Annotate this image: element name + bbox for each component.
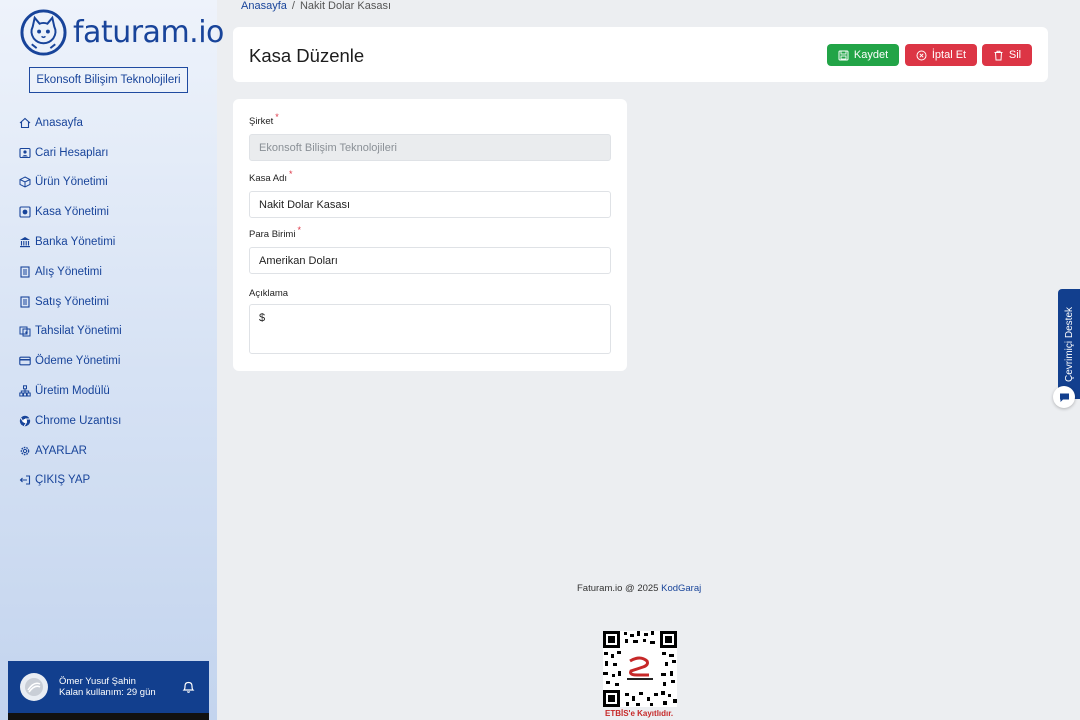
delete-button[interactable]: Sil bbox=[982, 44, 1032, 66]
online-support-label: Çevrimiçi Destek bbox=[1063, 306, 1075, 382]
required-mark: * bbox=[275, 112, 279, 122]
page-title: Kasa Düzenle bbox=[249, 45, 365, 66]
sidebar: faturam.io Ekonsoft Bilişim Teknolojiler… bbox=[0, 0, 224, 720]
sidebar-item-label: Üretim Modülü bbox=[35, 385, 110, 398]
sidebar-item-label: Tahsilat Yönetimi bbox=[35, 325, 122, 338]
cancel-button-label: İptal Et bbox=[931, 49, 967, 61]
sidebar-item-label: ÇIKIŞ YAP bbox=[35, 474, 91, 487]
currency-label: Para Birimi * bbox=[249, 225, 301, 240]
sitemap-icon bbox=[18, 385, 31, 398]
footer: Faturam.io @ 2025 KodGaraj bbox=[577, 583, 701, 594]
sidebar-item-label: Satış Yönetimi bbox=[35, 295, 109, 308]
sidebar-nav: Anasayfa Cari Hesapları Ürün Yönetimi Ka… bbox=[18, 108, 122, 495]
required-mark: * bbox=[297, 225, 301, 235]
bank-icon bbox=[18, 236, 31, 249]
card-icon bbox=[18, 355, 31, 368]
kasa-name-label: Kasa Adı * bbox=[249, 169, 293, 184]
safe-icon bbox=[18, 206, 31, 219]
cancel-button[interactable]: İptal Et bbox=[905, 44, 977, 66]
etbis-qr-code[interactable] bbox=[603, 631, 677, 707]
sidebar-item-label: Anasayfa bbox=[35, 116, 83, 129]
receipt-icon bbox=[18, 265, 31, 278]
sidebar-item-banka-yonetimi[interactable]: Banka Yönetimi bbox=[18, 227, 122, 257]
box-icon bbox=[18, 176, 31, 189]
trash-icon bbox=[994, 50, 1003, 60]
save-button[interactable]: Kaydet bbox=[827, 44, 899, 66]
logout-icon bbox=[18, 474, 31, 487]
user-panel-footer bbox=[8, 713, 209, 720]
home-icon bbox=[18, 116, 31, 129]
kodgaraj-link[interactable]: KodGaraj bbox=[661, 583, 701, 594]
user-name: Ömer Yusuf Şahin bbox=[59, 676, 136, 687]
required-mark: * bbox=[289, 169, 293, 179]
user-info: Ömer Yusuf Şahin Kalan kullanım: 29 gün bbox=[59, 676, 156, 698]
online-support-tab[interactable]: Çevrimiçi Destek bbox=[1058, 289, 1080, 399]
currency-label-text: Para Birimi bbox=[249, 229, 296, 240]
sidebar-item-label: AYARLAR bbox=[35, 444, 87, 457]
bell-icon[interactable] bbox=[182, 680, 195, 694]
currency-select[interactable]: Amerikan Doları bbox=[249, 247, 611, 274]
users-icon bbox=[18, 146, 31, 159]
breadcrumb-home-link[interactable]: Anasayfa bbox=[241, 0, 287, 12]
page-header: Kasa Düzenle Kaydet İptal Et Sil bbox=[233, 27, 1048, 82]
sidebar-item-label: Chrome Uzantısı bbox=[35, 414, 122, 427]
chrome-icon bbox=[18, 414, 31, 427]
sidebar-item-label: Ürün Yönetimi bbox=[35, 176, 108, 189]
sidebar-item-label: Kasa Yönetimi bbox=[35, 206, 109, 219]
sidebar-item-label: Cari Hesapları bbox=[35, 146, 109, 159]
company-label: Şirket * bbox=[249, 112, 279, 127]
sidebar-item-uretim-modulu[interactable]: Üretim Modülü bbox=[18, 376, 122, 406]
sidebar-item-urun-yonetimi[interactable]: Ürün Yönetimi bbox=[18, 168, 122, 198]
save-button-label: Kaydet bbox=[853, 49, 889, 61]
sidebar-item-odeme-yonetimi[interactable]: Ödeme Yönetimi bbox=[18, 346, 122, 376]
sidebar-item-chrome-uzantisi[interactable]: Chrome Uzantısı bbox=[18, 406, 122, 436]
chat-bubble-icon bbox=[1059, 393, 1069, 402]
avatar bbox=[20, 673, 48, 701]
sidebar-item-alis-yonetimi[interactable]: Alış Yönetimi bbox=[18, 257, 122, 287]
cat-logo-icon bbox=[20, 9, 67, 56]
kasa-name-input[interactable]: Nakit Dolar Kasası bbox=[249, 191, 611, 218]
logo[interactable]: faturam.io bbox=[20, 9, 224, 56]
sidebar-item-tahsilat-yonetimi[interactable]: Tahsilat Yönetimi bbox=[18, 317, 122, 347]
company-label-text: Şirket bbox=[249, 116, 274, 127]
kasa-name-label-text: Kasa Adı bbox=[249, 173, 288, 184]
sidebar-item-satis-yonetimi[interactable]: Satış Yönetimi bbox=[18, 287, 122, 317]
company-field: Ekonsoft Bilişim Teknolojileri bbox=[249, 134, 611, 161]
sidebar-item-label: Banka Yönetimi bbox=[35, 236, 116, 249]
breadcrumb-current: Nakit Dolar Kasası bbox=[299, 0, 392, 12]
sidebar-item-label: Alış Yönetimi bbox=[35, 265, 102, 278]
user-panel[interactable]: Ömer Yusuf Şahin Kalan kullanım: 29 gün bbox=[8, 661, 209, 713]
breadcrumb-separator: / bbox=[291, 0, 295, 12]
description-label: Açıklama bbox=[249, 288, 289, 299]
footer-text: Faturam.io @ 2025 bbox=[577, 583, 659, 594]
company-selector-button[interactable]: Ekonsoft Bilişim Teknolojileri bbox=[29, 67, 188, 93]
cancel-circle-icon bbox=[916, 50, 927, 60]
sidebar-item-cari-hesaplari[interactable]: Cari Hesapları bbox=[18, 138, 122, 168]
avatar-logo-icon bbox=[25, 678, 43, 696]
user-remaining: Kalan kullanım: 29 gün bbox=[59, 687, 156, 698]
sidebar-item-ayarlar[interactable]: AYARLAR bbox=[18, 436, 122, 466]
gear-icon bbox=[18, 444, 31, 457]
description-textarea[interactable]: $ bbox=[249, 304, 611, 354]
sidebar-item-anasayfa[interactable]: Anasayfa bbox=[18, 108, 122, 138]
brand-name: faturam.io bbox=[73, 15, 224, 50]
save-icon bbox=[838, 50, 849, 60]
etbis-label: ETBİS'e Kayıtlıdır. bbox=[605, 709, 674, 718]
sidebar-item-label: Ödeme Yönetimi bbox=[35, 355, 121, 368]
sidebar-item-cikis-yap[interactable]: ÇIKIŞ YAP bbox=[18, 466, 122, 496]
sidebar-item-kasa-yonetimi[interactable]: Kasa Yönetimi bbox=[18, 197, 122, 227]
breadcrumb: Anasayfa / Nakit Dolar Kasası bbox=[241, 0, 391, 12]
cash-icon bbox=[18, 325, 31, 338]
delete-button-label: Sil bbox=[1008, 49, 1022, 61]
receipt-icon bbox=[18, 295, 31, 308]
chat-icon[interactable] bbox=[1053, 386, 1075, 408]
kasa-form: Şirket * Ekonsoft Bilişim Teknolojileri K… bbox=[233, 99, 627, 371]
